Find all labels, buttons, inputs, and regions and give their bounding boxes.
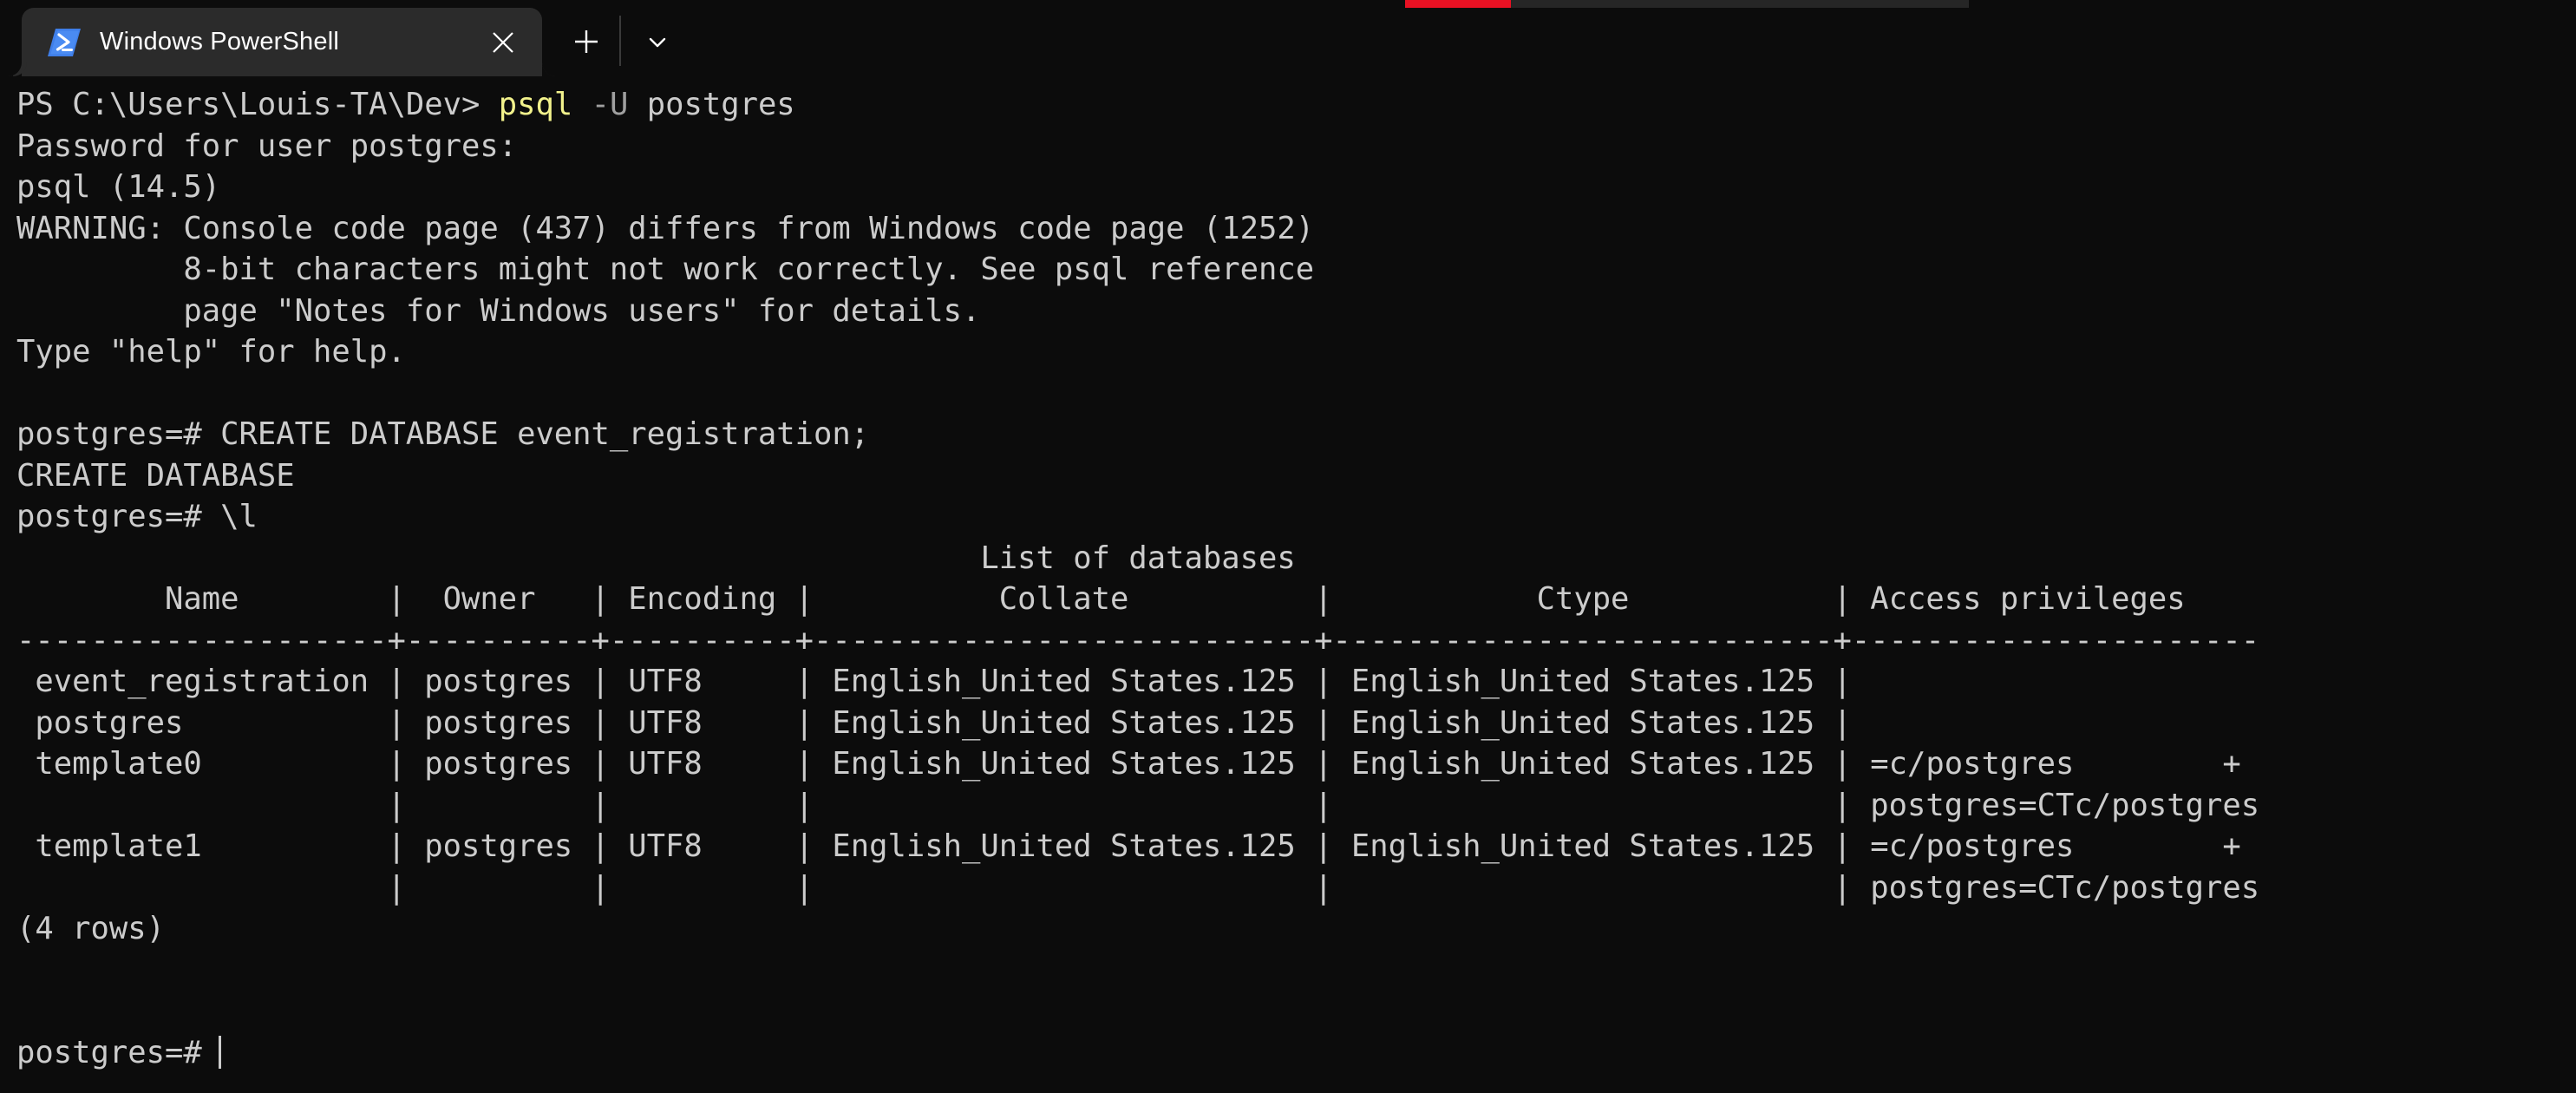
blank-line [16, 991, 2576, 1032]
table-row: template0 | postgres | UTF8 | English_Un… [16, 743, 2576, 785]
table-row: | | | | | postgres=CTc/postgres [16, 785, 2576, 827]
tab-dropdown-button[interactable] [633, 17, 682, 66]
warning-line-1: WARNING: Console code page (437) differs… [16, 208, 2576, 250]
text-cursor [219, 1036, 221, 1069]
psql-version-line: psql (14.5) [16, 167, 2576, 208]
table-row: event_registration | postgres | UTF8 | E… [16, 661, 2576, 703]
warning-line-3: page "Notes for Windows users" for detai… [16, 291, 2576, 332]
title-bar: Windows PowerShell [0, 0, 2576, 76]
powershell-icon [48, 26, 81, 59]
list-databases-command-line: postgres=# \l [16, 496, 2576, 538]
new-tab-button[interactable] [562, 17, 611, 66]
terminal-window: Windows PowerShell PS C:\Users [0, 0, 2576, 1093]
prompt-line: PS C:\Users\Louis-TA\Dev> psql -U postgr… [16, 84, 2576, 126]
tab-windows-powershell[interactable]: Windows PowerShell [22, 8, 542, 76]
tab-corner-right [542, 62, 556, 76]
create-database-result-line: CREATE DATABASE [16, 455, 2576, 497]
table-title: List of databases [16, 538, 2576, 579]
table-separator: --------------------+----------+--------… [16, 620, 2576, 662]
row-count-line: (4 rows) [16, 908, 2576, 950]
toolbar-divider [619, 16, 621, 66]
blank-line [16, 373, 2576, 415]
terminal-viewport[interactable]: PS C:\Users\Louis-TA\Dev> psql -U postgr… [0, 76, 2576, 1093]
tab-corner-left [8, 62, 22, 76]
close-icon[interactable] [483, 23, 523, 62]
tab-title: Windows PowerShell [100, 28, 339, 56]
table-row: template1 | postgres | UTF8 | English_Un… [16, 826, 2576, 867]
table-row: | | | | | postgres=CTc/postgres [16, 867, 2576, 909]
blank-line [16, 950, 2576, 992]
chevron-down-icon [644, 29, 670, 55]
table-header-row: Name | Owner | Encoding | Collate | Ctyp… [16, 579, 2576, 620]
help-hint-line: Type "help" for help. [16, 331, 2576, 373]
plus-icon [572, 27, 601, 56]
active-prompt-line[interactable]: postgres=# [16, 1032, 2576, 1074]
terminal-output: PS C:\Users\Louis-TA\Dev> psql -U postgr… [0, 84, 2576, 1073]
table-row: postgres | postgres | UTF8 | English_Uni… [16, 703, 2576, 744]
close-window-highlight[interactable] [1405, 0, 1511, 8]
warning-line-2: 8-bit characters might not work correctl… [16, 249, 2576, 291]
create-database-command-line: postgres=# CREATE DATABASE event_registr… [16, 414, 2576, 455]
password-prompt-line: Password for user postgres: [16, 126, 2576, 167]
